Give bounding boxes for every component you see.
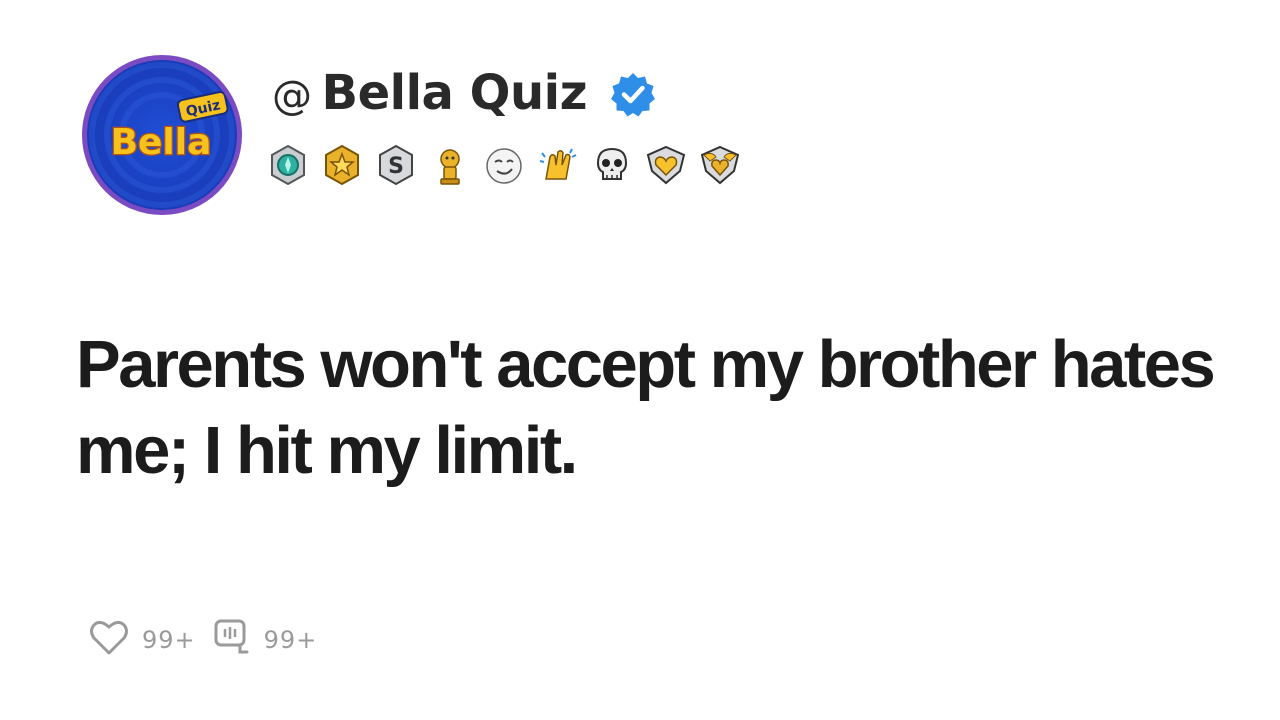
post-card: Quiz Bella @ Bella Quiz S Parents won't … bbox=[0, 0, 1280, 720]
winged-heart-badge-icon[interactable] bbox=[698, 143, 742, 187]
logo-bella-text: Bella bbox=[111, 122, 212, 163]
like-count: 99+ bbox=[142, 626, 196, 654]
gold-star-badge-icon[interactable] bbox=[320, 143, 364, 187]
verified-check-icon bbox=[609, 70, 657, 122]
clapping-hands-badge-icon[interactable] bbox=[536, 143, 580, 187]
post-stats: 99+ 99+ bbox=[88, 617, 333, 663]
smirk-face-badge-icon[interactable] bbox=[482, 143, 526, 187]
gold-trophy-badge-icon[interactable] bbox=[428, 143, 472, 187]
profile-handle[interactable]: @ Bella Quiz bbox=[272, 65, 588, 121]
bella-quiz-logo: Quiz Bella bbox=[87, 60, 237, 210]
at-sign: @ bbox=[272, 73, 312, 119]
post-title: Parents won't accept my brother hates me… bbox=[76, 327, 1216, 488]
profile-header: @ Bella Quiz bbox=[272, 62, 657, 124]
bella-quiz-logo-art: Quiz Bella bbox=[89, 62, 235, 208]
gold-heart-shield-badge-icon[interactable] bbox=[644, 143, 688, 187]
heart-outline-icon[interactable] bbox=[88, 617, 130, 663]
comment-bubble-icon[interactable] bbox=[212, 617, 252, 663]
silver-s-badge-icon[interactable]: S bbox=[374, 143, 418, 187]
avatar[interactable]: Quiz Bella bbox=[82, 55, 242, 215]
teal-gem-badge-icon[interactable] bbox=[266, 143, 310, 187]
svg-text:S: S bbox=[388, 154, 404, 179]
profile-name: Bella Quiz bbox=[321, 65, 588, 121]
skull-badge-icon[interactable] bbox=[590, 143, 634, 187]
comment-count: 99+ bbox=[263, 626, 318, 654]
badge-row: S bbox=[266, 142, 742, 188]
